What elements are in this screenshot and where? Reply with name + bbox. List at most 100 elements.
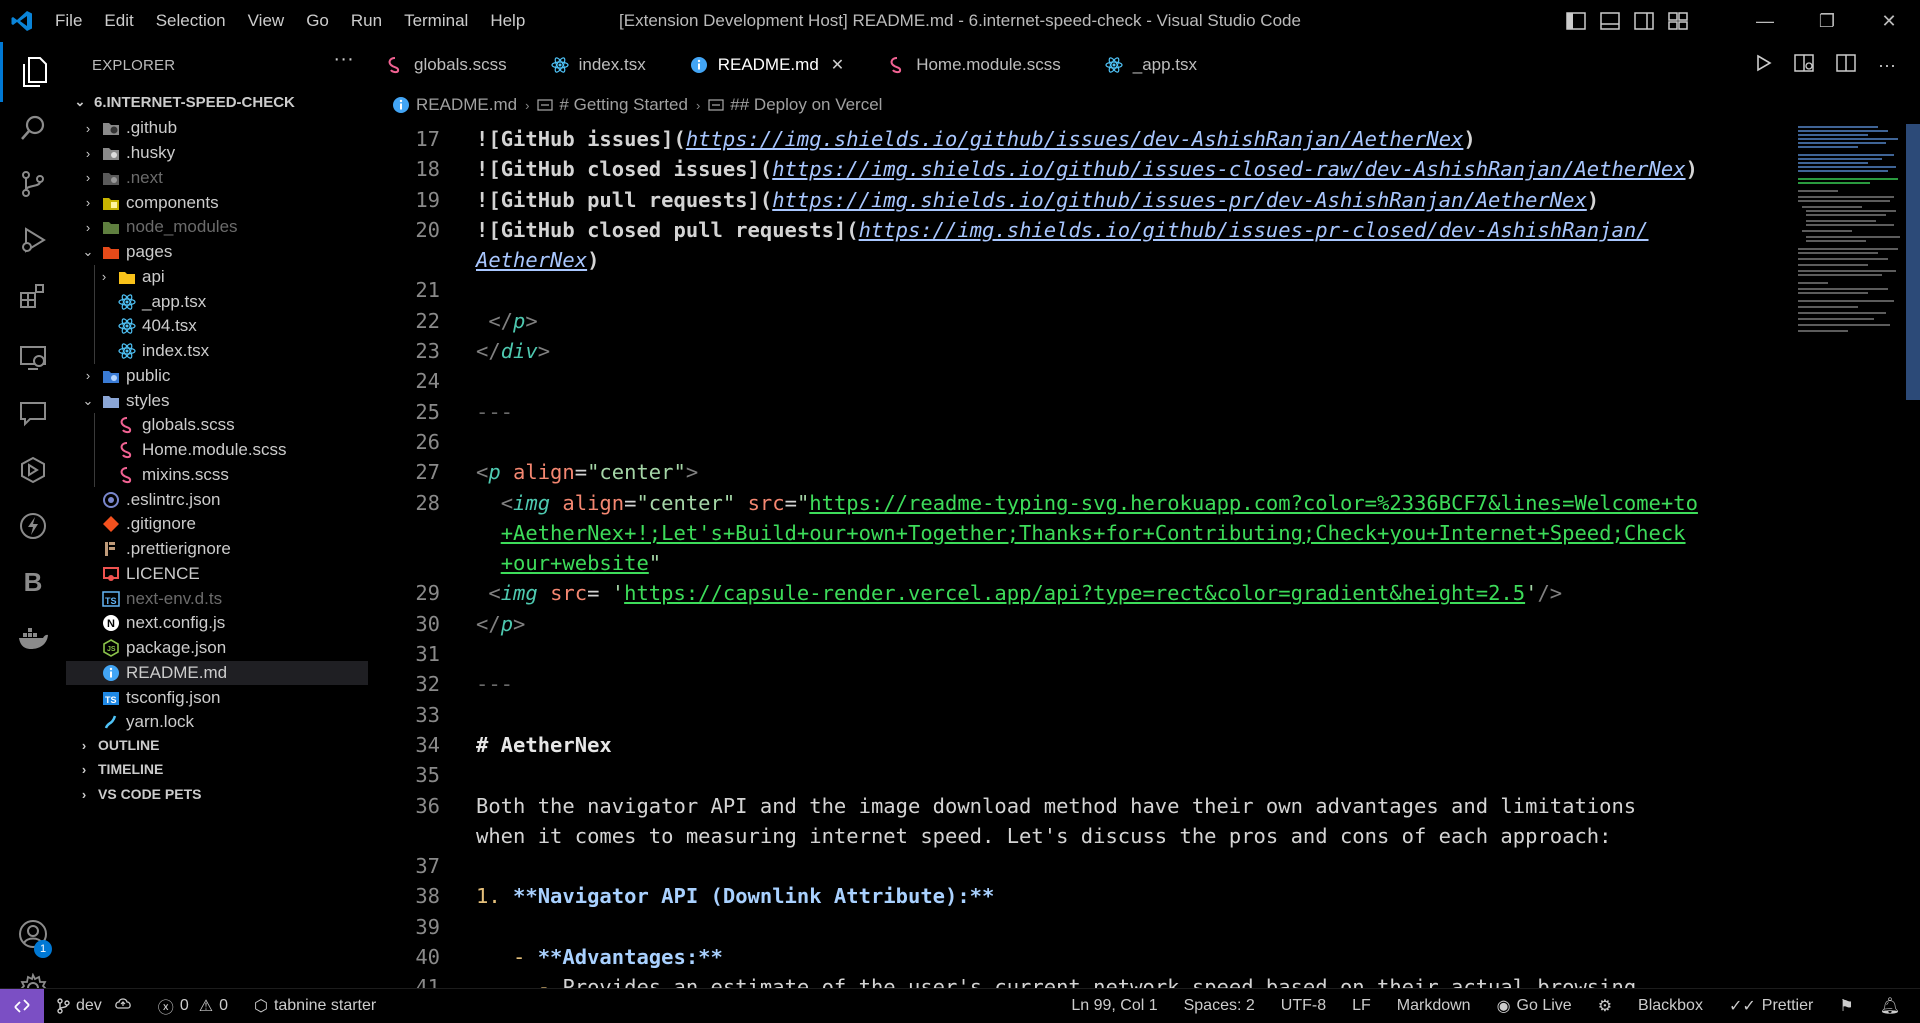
tab-index-tsx[interactable]: index.tsx [533,42,672,88]
indentation[interactable]: Spaces: 2 [1184,997,1255,1015]
problems-status[interactable]: ⓧ 0 ⚠ 0 [158,994,228,1018]
prettier-status[interactable]: ✓✓ Prettier [1729,996,1813,1016]
more-editor-actions-icon[interactable]: ··· [1878,55,1896,76]
remote-explorer-icon[interactable] [0,328,66,388]
editor-scrollbar[interactable] [1906,124,1920,400]
sync-icon[interactable] [114,996,132,1015]
breadcrumb-item[interactable]: README.md [416,95,517,115]
tree-item-next-env-d-ts[interactable]: TS next-env.d.ts [66,586,368,611]
close-window-icon[interactable]: ✕ [1858,0,1920,42]
blackbox-status[interactable]: Blackbox [1638,997,1703,1015]
eslint-icon [102,491,120,509]
tree-item-public[interactable]: › public [66,364,368,389]
end-of-line[interactable]: LF [1352,997,1371,1015]
tree-item-tsconfig-json[interactable]: TS tsconfig.json [66,685,368,710]
encoding[interactable]: UTF-8 [1281,997,1326,1015]
source-control-icon[interactable] [0,154,66,214]
tree-item-eslintrc-json[interactable]: .eslintrc.json [66,487,368,512]
remote-indicator-icon[interactable] [0,988,44,1023]
tree-item-github[interactable]: › .github [66,116,368,141]
minimize-icon[interactable]: — [1734,0,1796,42]
customize-layout-icon[interactable] [1668,12,1688,30]
code-editor[interactable]: 17 ![GitHub issues](https://img.shields.i… [368,124,1788,988]
run-debug-icon[interactable] [0,210,66,270]
container-icon[interactable] [0,440,66,500]
code-line: 29 <img src= 'https://capsule-render.ver… [368,578,1788,608]
menu-item-selection[interactable]: Selection [145,0,237,42]
close-tab-icon[interactable]: ✕ [831,55,844,75]
menu-item-go[interactable]: Go [295,0,340,42]
explorer-icon[interactable] [0,42,66,102]
breadcrumb-item[interactable]: ## Deploy on Vercel [730,95,882,115]
tree-item-licence[interactable]: LICENCE [66,562,368,587]
menu-item-terminal[interactable]: Terminal [393,0,479,42]
tree-item-api[interactable]: › api [66,264,368,290]
menu-item-file[interactable]: File [44,0,93,42]
tree-item-styles[interactable]: ⌄ styles [66,388,368,413]
tree-item-pages[interactable]: ⌄ pages [66,240,368,265]
feedback-icon[interactable]: ⚑ [1839,996,1853,1016]
menu-item-edit[interactable]: Edit [93,0,144,42]
tree-item-components[interactable]: › components [66,190,368,215]
code-line: 22 </p> [368,306,1788,336]
restore-icon[interactable]: ❐ [1796,0,1858,42]
line-number: 31 [415,642,440,667]
tree-item-package-json[interactable]: JS package.json [66,636,368,661]
tree-item-readme-md[interactable]: README.md [66,660,368,686]
vscode-logo-icon [0,0,44,42]
split-editor-icon[interactable] [1836,54,1856,76]
thunder-client-icon[interactable] [0,496,66,556]
menu-item-run[interactable]: Run [340,0,393,42]
breadcrumb-item[interactable]: # Getting Started [559,95,688,115]
tree-item-app-tsx[interactable]: _app.tsx [66,289,368,314]
tree-item-home-module-scss[interactable]: Home.module.scss [66,437,368,463]
run-icon[interactable] [1754,54,1772,76]
tree-item-prettierignore[interactable]: .prettierignore [66,537,368,562]
toggle-primary-sidebar-icon[interactable] [1566,12,1586,30]
more-actions-icon[interactable]: ··· [333,48,354,71]
tree-item-node-modules[interactable]: › node_modules [66,215,368,240]
docker-icon[interactable] [0,608,66,668]
tree-item-gitignore[interactable]: .gitignore [66,512,368,537]
minimap[interactable] [1794,124,1906,988]
language-mode[interactable]: Markdown [1397,997,1471,1015]
workspace-root[interactable]: ⌄ 6.INTERNET-SPEED-CHECK [66,88,368,116]
tab-globals-scss[interactable]: globals.scss [368,42,533,88]
tab-readme-md[interactable]: README.md ✕ [672,42,870,88]
accounts-icon[interactable]: 1 [0,904,66,964]
toggle-secondary-sidebar-icon[interactable] [1634,12,1654,30]
code-token: Provides an estimate of the user's curre… [562,975,1637,988]
tree-item-404-tsx[interactable]: 404.tsx [66,314,368,339]
notifications-bell-icon[interactable]: 🔔︎ [1880,996,1900,1016]
menu-item-help[interactable]: Help [479,0,536,42]
comments-icon[interactable] [0,384,66,444]
code-token: https://capsule-render.vercel.app/api?ty… [624,581,1526,606]
toggle-panel-icon[interactable] [1600,12,1620,30]
go-live-button[interactable]: ◉ Go Live [1497,996,1572,1016]
tree-item-next[interactable]: › .next [66,166,368,191]
indent-guide [94,289,95,314]
code-token: --- [476,399,514,424]
tree-item-globals-scss[interactable]: globals.scss [66,413,368,438]
code-text: AetherNex) [476,245,599,275]
tree-item-mixins-scss[interactable]: mixins.scss [66,462,368,488]
section-vs-code-pets[interactable]: › VS CODE PETS [66,779,368,809]
menu-item-view[interactable]: View [237,0,296,42]
tab-app-tsx[interactable]: _app.tsx [1087,42,1223,88]
tab-home-module-scss[interactable]: Home.module.scss [870,42,1087,88]
tree-item-index-tsx[interactable]: index.tsx [66,338,368,364]
extensions-icon[interactable] [0,266,66,326]
branch-status[interactable]: dev [56,996,132,1015]
blackbox-icon[interactable]: B [0,552,66,612]
sass-icon [118,466,136,484]
tree-item-husky[interactable]: › .husky [66,141,368,166]
tabnine-status[interactable]: ⬡ tabnine starter [254,996,376,1016]
copilot-icon[interactable]: ⚙ [1598,996,1612,1016]
tree-item-next-config-js[interactable]: Nnext.config.js [66,611,368,636]
open-preview-icon[interactable] [1794,54,1814,76]
search-icon[interactable] [0,98,66,158]
cursor-position[interactable]: Ln 99, Col 1 [1071,997,1157,1015]
svg-text:N: N [107,618,115,630]
